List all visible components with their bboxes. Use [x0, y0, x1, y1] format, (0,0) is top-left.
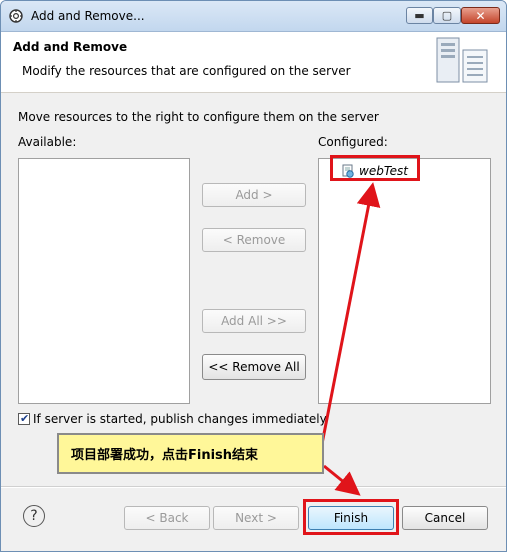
- configured-item-label: webTest: [359, 164, 409, 178]
- server-wizard-icon: [436, 37, 488, 83]
- eclipse-app-icon: [9, 9, 23, 23]
- wizard-header: Add and Remove Modify the resources that…: [1, 32, 506, 93]
- minimize-button[interactable]: ▬: [406, 7, 433, 24]
- configured-list[interactable]: webTest: [318, 158, 491, 404]
- checkmark-icon: ✔: [20, 412, 30, 425]
- configured-label: Configured:: [318, 135, 388, 149]
- maximize-button[interactable]: ▢: [433, 7, 461, 24]
- publish-checkbox-row[interactable]: ✔ If server is started, publish changes …: [18, 412, 327, 426]
- footer-separator: [1, 486, 506, 488]
- title-bar: Add and Remove... ▬ ▢ ✕: [1, 1, 506, 32]
- instruction-text: Move resources to the right to configure…: [18, 110, 379, 124]
- list-item[interactable]: webTest: [341, 162, 408, 180]
- window-title: Add and Remove...: [31, 9, 145, 23]
- wizard-description: Modify the resources that are configured…: [22, 64, 351, 78]
- wizard-title: Add and Remove: [13, 40, 128, 54]
- minimize-icon: ▬: [414, 9, 425, 22]
- add-all-button[interactable]: Add All >>: [202, 309, 306, 333]
- cancel-button[interactable]: Cancel: [402, 506, 488, 530]
- publish-checkbox[interactable]: ✔: [18, 412, 30, 425]
- publish-checkbox-label: If server is started, publish changes im…: [33, 412, 327, 426]
- remove-button[interactable]: < Remove: [202, 228, 306, 252]
- remove-all-button[interactable]: << Remove All: [202, 354, 306, 380]
- add-button[interactable]: Add >: [202, 183, 306, 207]
- available-list[interactable]: [18, 158, 190, 404]
- close-button[interactable]: ✕: [461, 7, 500, 24]
- finish-button[interactable]: Finish: [308, 506, 394, 530]
- help-icon[interactable]: ?: [23, 505, 45, 527]
- next-button[interactable]: Next >: [213, 506, 299, 530]
- annotation-callout: 项目部署成功，点击Finish结束: [57, 433, 324, 474]
- close-icon: ✕: [475, 8, 486, 23]
- available-label: Available:: [18, 135, 77, 149]
- maximize-icon: ▢: [441, 9, 453, 22]
- web-module-icon: [342, 164, 354, 178]
- back-button[interactable]: < Back: [124, 506, 210, 530]
